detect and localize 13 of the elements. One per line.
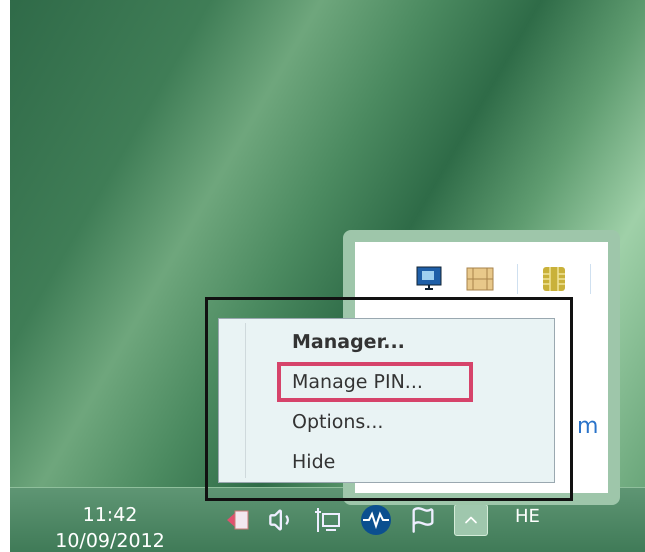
clock-date[interactable]: 10/09/2012: [55, 528, 165, 552]
link-text[interactable]: m: [577, 410, 598, 443]
menu-item[interactable]: Manager...: [277, 322, 473, 362]
clock-time[interactable]: 11:42: [82, 502, 138, 528]
card-reader-icon[interactable]: [465, 265, 495, 293]
network-icon[interactable]: [313, 506, 343, 534]
wave-icon[interactable]: [360, 504, 392, 536]
language-indicator[interactable]: HE: [515, 502, 540, 530]
menu-item[interactable]: Options...: [277, 402, 473, 442]
chip-icon[interactable]: [540, 265, 568, 293]
monitor-icon[interactable]: [415, 265, 443, 293]
menu-item[interactable]: Manage PIN...: [277, 362, 473, 402]
menu-item[interactable]: Hide: [277, 442, 473, 482]
